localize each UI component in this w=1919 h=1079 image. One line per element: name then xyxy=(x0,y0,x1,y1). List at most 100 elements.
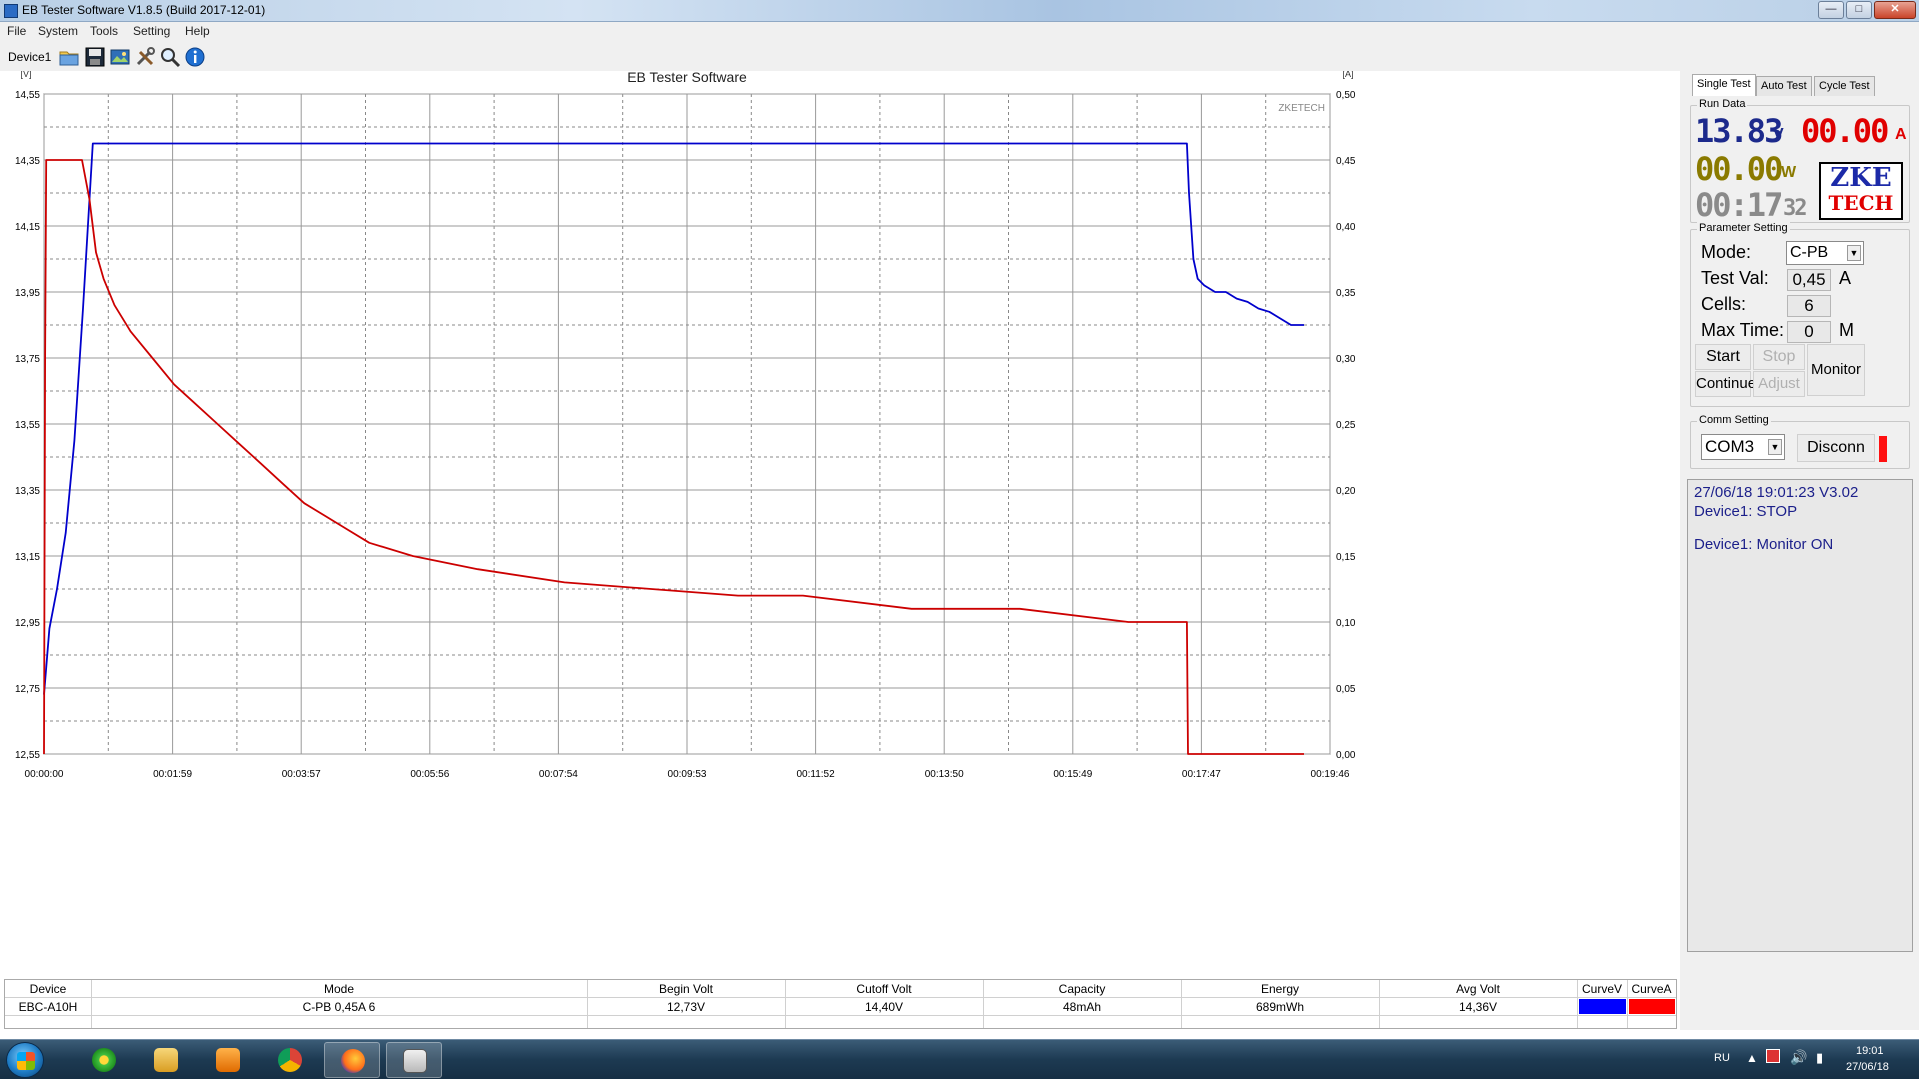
taskbar: RU ▲ 🔊 ▮ 19:01 27/06/18 xyxy=(0,1039,1919,1079)
tray-expand-icon[interactable]: ▲ xyxy=(1746,1051,1758,1065)
chevron-down-icon: ▼ xyxy=(1768,439,1782,455)
explorer-icon[interactable] xyxy=(138,1042,194,1078)
log-line: Device1: Monitor ON xyxy=(1694,536,1834,553)
cell-cutoff-volt[interactable]: 14,40V xyxy=(785,1000,983,1014)
voltage-current-chart[interactable]: 14,55 14,35 14,15 13,95 13,75 13,55 13,35 13,15… xyxy=(0,69,1680,973)
header-curve-a: CurveA xyxy=(1631,982,1672,996)
comm-title: Comm Setting xyxy=(1697,414,1771,426)
header-device: Device xyxy=(29,982,67,996)
power-display: 00.00 xyxy=(1695,150,1783,188)
language-indicator[interactable]: RU xyxy=(1714,1052,1730,1064)
cells-label: Cells: xyxy=(1701,294,1747,314)
window-title: EB Tester Software V1.8.5 (Build 2017-12… xyxy=(22,3,266,17)
header-curve-v: CurveV xyxy=(1581,982,1622,996)
tab-single-test[interactable]: Single Test xyxy=(1692,74,1756,96)
curve-v-color-swatch[interactable] xyxy=(1579,999,1626,1014)
start-button[interactable] xyxy=(6,1042,44,1078)
eb-tester-icon[interactable] xyxy=(386,1042,442,1078)
current-display: 00.00 xyxy=(1801,112,1889,150)
continue-button[interactable]: Continue xyxy=(1695,371,1756,397)
close-button[interactable]: ✕ xyxy=(1874,1,1916,19)
folder-icon[interactable] xyxy=(58,46,80,68)
curve-a-color-swatch[interactable] xyxy=(1629,999,1675,1014)
x-tick-label: 00:00:00 xyxy=(25,769,64,780)
media-player-icon[interactable] xyxy=(200,1042,256,1078)
control-panel: Single Test Auto Test Cycle Test Run Dat… xyxy=(1680,71,1919,1030)
mode-select[interactable]: C-PB ▼ xyxy=(1786,241,1864,265)
cell-capacity[interactable]: 48mAh xyxy=(983,1000,1181,1014)
firefox-icon[interactable] xyxy=(324,1042,380,1078)
y-tick-label-left: 13,55 xyxy=(15,420,40,431)
y-tick-label-right: 0,00 xyxy=(1336,750,1356,761)
save-icon[interactable] xyxy=(84,46,106,68)
windows-logo-icon xyxy=(17,1052,35,1070)
chevron-down-icon: ▼ xyxy=(1847,245,1861,261)
y-tick-label-left: 14,55 xyxy=(15,90,40,101)
device-label: Device1 xyxy=(8,50,52,64)
x-tick-label: 00:13:50 xyxy=(925,769,964,780)
log-line: Device1: STOP xyxy=(1694,503,1798,520)
clock-time[interactable]: 19:01 xyxy=(1856,1045,1884,1057)
parameter-title: Parameter Setting xyxy=(1697,222,1790,234)
chrome-icon[interactable] xyxy=(262,1042,318,1078)
adjust-button[interactable]: Adjust xyxy=(1753,371,1805,397)
flag-icon[interactable] xyxy=(1766,1049,1780,1063)
x-tick-label: 00:15:49 xyxy=(1053,769,1092,780)
info-icon[interactable] xyxy=(184,46,206,68)
current-unit: A xyxy=(1895,126,1907,143)
y-tick-label-left: 12,95 xyxy=(15,618,40,629)
y-tick-label-left: 12,55 xyxy=(15,750,40,761)
mode-label: Mode: xyxy=(1701,242,1752,262)
y-tick-label-left: 13,15 xyxy=(15,552,40,563)
stop-button[interactable]: Stop xyxy=(1753,344,1805,370)
y-tick-label-right: 0,20 xyxy=(1336,486,1356,497)
cell-mode[interactable]: C-PB 0,45A 6 xyxy=(91,1000,587,1014)
test-val-unit: A xyxy=(1839,268,1852,288)
test-val-input[interactable]: 0,45 xyxy=(1787,269,1831,291)
cell-device[interactable]: EBC-A10H xyxy=(5,1000,91,1014)
menu-setting[interactable]: Setting xyxy=(133,24,170,38)
y-tick-label-right: 0,35 xyxy=(1336,288,1356,299)
start-button[interactable]: Start xyxy=(1695,344,1751,370)
menu-tools[interactable]: Tools xyxy=(90,24,118,38)
y-tick-label-left: 13,35 xyxy=(15,486,40,497)
clock-date[interactable]: 27/06/18 xyxy=(1846,1061,1889,1073)
tools-icon[interactable] xyxy=(134,46,156,68)
y-tick-label-right: 0,45 xyxy=(1336,156,1356,167)
app-icon xyxy=(4,4,18,18)
zoom-icon[interactable] xyxy=(159,46,181,68)
y-tick-label-left: 14,15 xyxy=(15,222,40,233)
log-line: 27/06/18 19:01:23 V3.02 xyxy=(1694,484,1859,501)
y-tick-label-left: 14,35 xyxy=(15,156,40,167)
header-cutoff-volt: Cutoff Volt xyxy=(856,982,912,996)
time-display: 00:17 xyxy=(1695,186,1783,224)
tab-cycle-test[interactable]: Cycle Test xyxy=(1814,76,1875,96)
x-tick-label: 00:19:46 xyxy=(1311,769,1350,780)
x-tick-label: 00:01:59 xyxy=(153,769,192,780)
flower-app-icon[interactable] xyxy=(76,1042,132,1078)
menu-help[interactable]: Help xyxy=(185,24,210,38)
picture-icon[interactable] xyxy=(109,46,131,68)
monitor-button[interactable]: Monitor xyxy=(1807,344,1865,396)
tab-auto-test[interactable]: Auto Test xyxy=(1756,76,1812,96)
cell-avg-volt[interactable]: 14,36V xyxy=(1379,1000,1577,1014)
cell-energy[interactable]: 689mWh xyxy=(1181,1000,1379,1014)
header-mode: Mode xyxy=(323,982,355,996)
maximize-button[interactable]: □ xyxy=(1846,1,1872,19)
header-capacity: Capacity xyxy=(1058,982,1106,996)
com-port-select[interactable]: COM3 ▼ xyxy=(1701,434,1785,460)
chart-watermark: ZKETECH xyxy=(1278,103,1325,114)
minimize-button[interactable]: — xyxy=(1818,1,1844,19)
connection-status-indicator xyxy=(1879,436,1887,462)
menu-system[interactable]: System xyxy=(38,24,78,38)
max-time-label: Max Time: xyxy=(1701,320,1785,340)
power-unit: W xyxy=(1781,164,1797,181)
disconnect-button[interactable]: Disconn xyxy=(1797,434,1875,462)
max-time-input[interactable]: 0 xyxy=(1787,321,1831,343)
y-tick-label-right: 0,40 xyxy=(1336,222,1356,233)
menu-file[interactable]: File xyxy=(7,24,26,38)
volume-icon[interactable]: 🔊 xyxy=(1790,1049,1807,1066)
cells-input[interactable]: 6 xyxy=(1787,295,1831,317)
network-icon[interactable]: ▮ xyxy=(1816,1050,1823,1066)
cell-begin-volt[interactable]: 12,73V xyxy=(587,1000,785,1014)
